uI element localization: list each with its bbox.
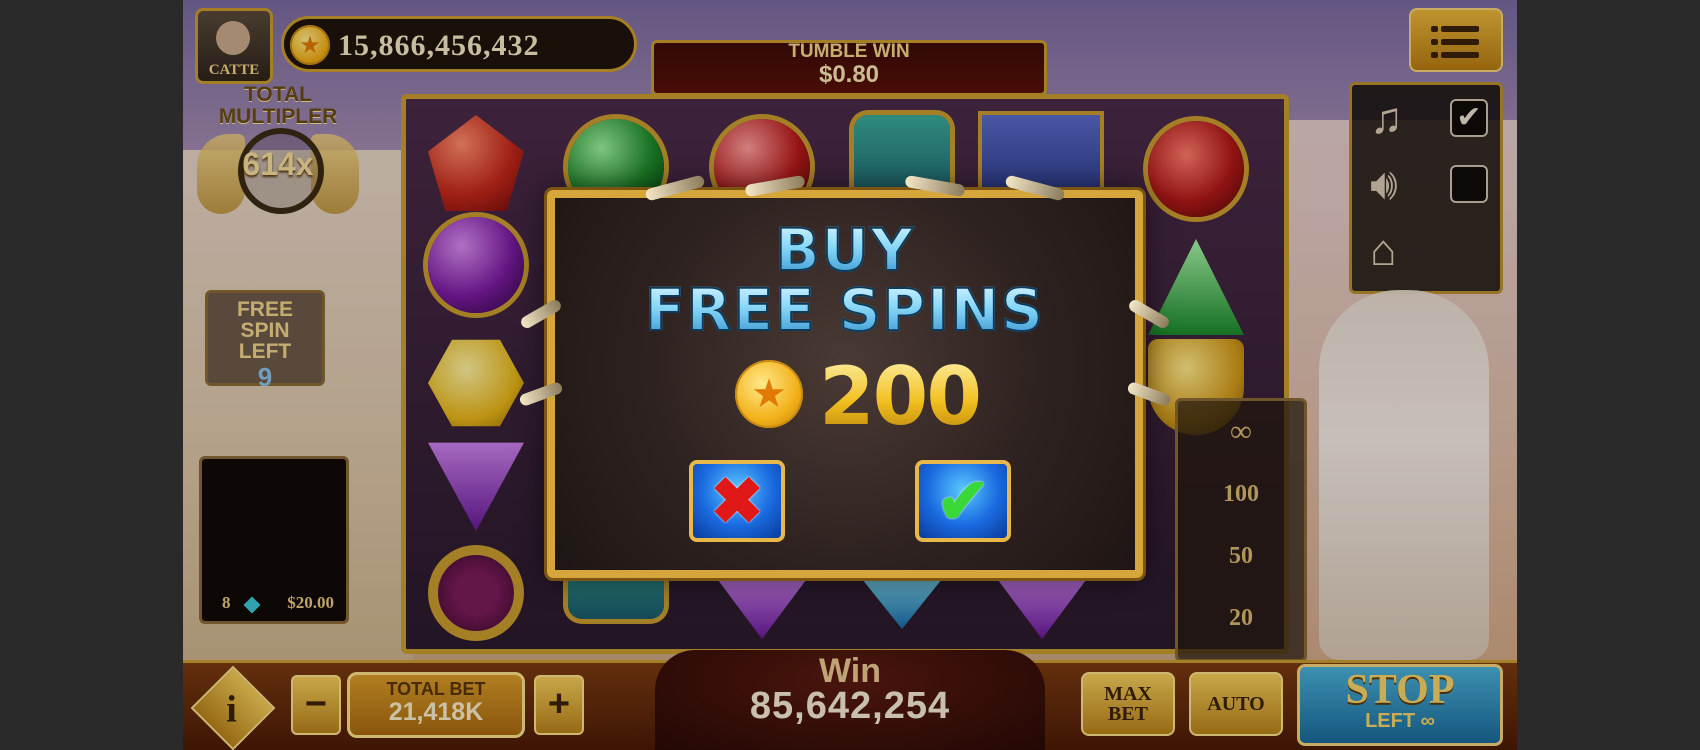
dialog-title-line1: BUY xyxy=(555,215,1135,285)
confirm-button[interactable]: ✔ xyxy=(915,460,1011,542)
dialog-title-line2: FREE SPINS xyxy=(555,275,1135,345)
cancel-icon: ✖ xyxy=(710,465,764,537)
cancel-button[interactable]: ✖ xyxy=(689,460,785,542)
buy-free-spins-dialog: BUY FREE SPINS ★ 200 ✖ ✔ xyxy=(518,174,1172,578)
game-stage: CATTE ★ 15,866,456,432 TUMBLE WIN $0.80 … xyxy=(183,0,1517,750)
coin-icon: ★ xyxy=(735,360,803,428)
confirm-icon: ✔ xyxy=(936,465,990,537)
price-value: 200 xyxy=(819,350,982,443)
